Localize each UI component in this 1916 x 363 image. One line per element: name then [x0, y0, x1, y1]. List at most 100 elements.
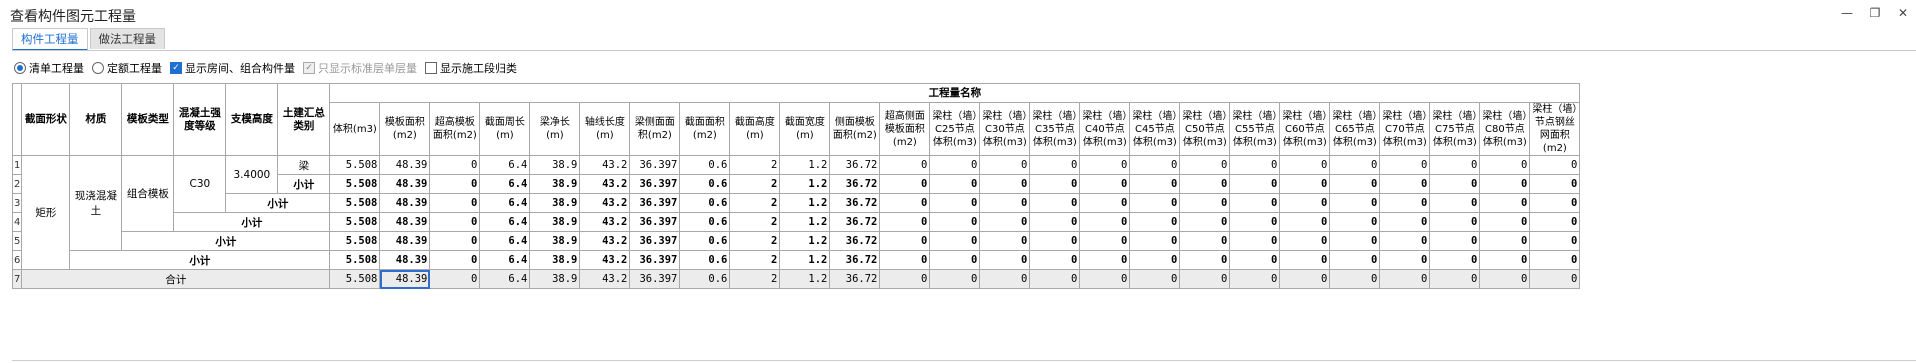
- value-cell[interactable]: 0: [429, 212, 481, 232]
- value-cell[interactable]: 0: [1079, 269, 1131, 289]
- checkbox-show-segment[interactable]: 显示施工段归类: [425, 60, 517, 76]
- value-cell[interactable]: 0: [1429, 174, 1481, 194]
- header-col[interactable]: 梁柱（墙）C30节点体积(m3): [979, 102, 1031, 156]
- total-row[interactable]: 7 合计 5.508 48.39 0 6.4 38.9 43.2 36.397 0.6 2 1.2 36…: [11, 269, 1581, 289]
- value-cell[interactable]: 0: [1079, 193, 1131, 213]
- value-cell[interactable]: 0: [1079, 212, 1131, 232]
- value-cell[interactable]: 36.397: [629, 269, 681, 289]
- value-cell[interactable]: 1.2: [779, 269, 831, 289]
- value-cell[interactable]: 0: [1129, 193, 1181, 213]
- value-cell[interactable]: 5.508: [329, 174, 381, 194]
- value-cell[interactable]: 0: [1279, 212, 1331, 232]
- value-cell[interactable]: 0: [1429, 250, 1481, 270]
- value-cell[interactable]: 36.397: [629, 174, 681, 194]
- value-cell[interactable]: 0: [879, 250, 931, 270]
- value-cell[interactable]: 0: [1529, 269, 1581, 289]
- value-cell[interactable]: 0: [1079, 231, 1131, 251]
- value-cell[interactable]: 5.508: [329, 212, 381, 232]
- value-cell[interactable]: 0.6: [679, 212, 731, 232]
- header-col[interactable]: 体积(m3): [329, 102, 381, 156]
- value-cell[interactable]: 0: [979, 269, 1031, 289]
- value-cell[interactable]: 43.2: [579, 250, 631, 270]
- value-cell[interactable]: 0: [929, 193, 981, 213]
- value-cell[interactable]: 0: [1279, 174, 1331, 194]
- value-cell[interactable]: 0: [1229, 155, 1281, 175]
- value-cell[interactable]: 5.508: [329, 155, 381, 175]
- value-cell[interactable]: 43.2: [579, 231, 631, 251]
- value-cell[interactable]: 0: [929, 174, 981, 194]
- value-cell[interactable]: 0: [1029, 269, 1081, 289]
- value-cell[interactable]: 38.9: [529, 250, 581, 270]
- value-cell[interactable]: 38.9: [529, 212, 581, 232]
- value-cell[interactable]: 0: [929, 250, 981, 270]
- value-cell[interactable]: 1.2: [779, 193, 831, 213]
- value-cell[interactable]: 38.9: [529, 231, 581, 251]
- value-cell[interactable]: 6.4: [479, 174, 531, 194]
- value-cell[interactable]: 0: [1329, 155, 1381, 175]
- value-cell[interactable]: 0: [429, 269, 481, 289]
- value-cell[interactable]: 0: [1079, 174, 1131, 194]
- value-cell[interactable]: 36.397: [629, 212, 681, 232]
- value-cell[interactable]: 0: [1479, 250, 1531, 270]
- header-col[interactable]: 截面周长(m): [479, 102, 531, 156]
- value-cell[interactable]: 0: [1479, 212, 1531, 232]
- header-col[interactable]: 梁柱（墙）C65节点体积(m3): [1329, 102, 1381, 156]
- value-cell[interactable]: 36.72: [829, 250, 881, 270]
- value-cell[interactable]: 0: [1329, 174, 1381, 194]
- value-cell[interactable]: 0: [1429, 269, 1481, 289]
- value-cell[interactable]: 0: [979, 231, 1031, 251]
- value-cell[interactable]: 1.2: [779, 250, 831, 270]
- header-col[interactable]: 梁柱（墙）C70节点体积(m3): [1379, 102, 1431, 156]
- header-col[interactable]: 截面面积(m2): [679, 102, 731, 156]
- header-col[interactable]: 梁柱（墙）C80节点体积(m3): [1479, 102, 1531, 156]
- header-col[interactable]: 截面宽度(m): [779, 102, 831, 156]
- value-cell[interactable]: 0: [1379, 250, 1431, 270]
- value-cell[interactable]: 0: [429, 250, 481, 270]
- value-cell[interactable]: 0: [1229, 231, 1281, 251]
- value-cell[interactable]: 0: [1179, 174, 1231, 194]
- value-cell[interactable]: 5.508: [329, 250, 381, 270]
- close-button[interactable]: ✕: [1894, 4, 1912, 22]
- header-col[interactable]: 超高侧面模板面积(m2): [879, 102, 931, 156]
- value-cell[interactable]: 0: [1179, 155, 1231, 175]
- value-cell[interactable]: 36.397: [629, 231, 681, 251]
- value-cell[interactable]: 0: [1329, 250, 1381, 270]
- tab-method-qty[interactable]: 做法工程量: [89, 28, 165, 49]
- value-cell[interactable]: 0.6: [679, 174, 731, 194]
- value-cell[interactable]: 0: [1479, 231, 1531, 251]
- value-cell[interactable]: 0: [1379, 174, 1431, 194]
- value-cell[interactable]: 0.6: [679, 231, 731, 251]
- value-cell[interactable]: 0: [429, 174, 481, 194]
- value-cell[interactable]: 0: [1029, 212, 1081, 232]
- value-cell[interactable]: 0: [1129, 212, 1181, 232]
- value-cell[interactable]: 0: [1529, 193, 1581, 213]
- header-col[interactable]: 梁柱（墙）C50节点体积(m3): [1179, 102, 1231, 156]
- value-cell[interactable]: 0: [879, 155, 931, 175]
- header-col[interactable]: 梁柱（墙）C75节点体积(m3): [1429, 102, 1481, 156]
- value-cell[interactable]: 0: [1479, 174, 1531, 194]
- value-cell[interactable]: 0: [1379, 193, 1431, 213]
- value-cell[interactable]: 0: [1279, 269, 1331, 289]
- value-cell[interactable]: 0: [979, 212, 1031, 232]
- value-cell[interactable]: 0: [429, 155, 481, 175]
- value-cell[interactable]: 6.4: [479, 269, 531, 289]
- value-cell[interactable]: 0: [1179, 212, 1231, 232]
- value-cell[interactable]: 0: [929, 231, 981, 251]
- value-cell[interactable]: 36.72: [829, 212, 881, 232]
- value-cell[interactable]: 0: [929, 212, 981, 232]
- value-cell[interactable]: 36.397: [629, 250, 681, 270]
- value-cell[interactable]: 0: [1129, 250, 1181, 270]
- radio-quota-qty[interactable]: 定额工程量: [92, 60, 162, 76]
- value-cell[interactable]: 1.2: [779, 174, 831, 194]
- value-cell[interactable]: 0: [1279, 155, 1331, 175]
- value-cell[interactable]: 2: [729, 269, 781, 289]
- header-col[interactable]: 截面高度(m): [729, 102, 781, 156]
- value-cell[interactable]: 0: [979, 174, 1031, 194]
- value-cell[interactable]: 36.72: [829, 174, 881, 194]
- header-col[interactable]: 梁柱（墙）C40节点体积(m3): [1079, 102, 1131, 156]
- value-cell[interactable]: 48.39: [379, 212, 431, 232]
- header-col[interactable]: 轴线长度(m): [579, 102, 631, 156]
- header-col[interactable]: 侧面模板面积(m2): [829, 102, 881, 156]
- value-cell[interactable]: 0: [1129, 231, 1181, 251]
- value-cell[interactable]: 0: [1179, 193, 1231, 213]
